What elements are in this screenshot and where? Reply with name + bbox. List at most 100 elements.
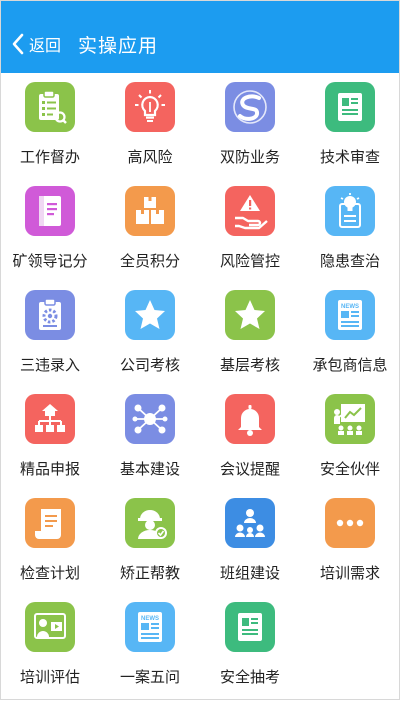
app-tile-swlr[interactable]: 三违录入 <box>0 288 100 392</box>
app-tile-jzbj[interactable]: 矫正帮教 <box>100 496 200 600</box>
worker-icon <box>138 510 167 539</box>
app-tile-aqck[interactable]: 安全抽考 <box>200 600 300 704</box>
app-tile-label: 安全抽考 <box>219 668 280 686</box>
chevron-left-icon <box>12 33 24 55</box>
app-tile-sfyw[interactable]: 双防业务 <box>200 80 300 184</box>
app-tile-background <box>325 394 375 444</box>
app-tile-background <box>225 290 275 340</box>
app-tile-background <box>125 82 175 132</box>
app-tile-label: 工作督办 <box>19 148 80 166</box>
app-tile-label: 检查计划 <box>19 564 80 582</box>
app-tile-background <box>125 498 175 548</box>
app-tile-cbsxx[interactable]: NEWS 承包商信息 <box>300 288 400 392</box>
app-tile-background <box>225 186 275 236</box>
app-tile-label: 一案五问 <box>119 668 180 686</box>
app-tile-label: 矿领导记分 <box>12 252 88 270</box>
app-tile-label: 基本建设 <box>119 460 180 478</box>
scroll-icon <box>35 509 61 539</box>
app-tile-pxxq[interactable]: 培训需求 <box>300 496 400 600</box>
app-tile-gfx[interactable]: 高风险 <box>100 80 200 184</box>
video-lesson-icon <box>34 613 66 639</box>
back-button[interactable]: 返回 <box>11 29 61 59</box>
news-icon: NEWS <box>338 300 362 330</box>
svg-text:NEWS: NEWS <box>341 304 359 310</box>
app-tile-qyjf[interactable]: 全员积分 <box>100 184 200 288</box>
news-icon: NEWS <box>138 612 162 642</box>
team-icon <box>235 509 265 537</box>
document-icon <box>238 613 262 641</box>
star-icon <box>235 300 265 329</box>
app-tile-label: 双防业务 <box>219 148 280 166</box>
app-tile-jcjh[interactable]: 检查计划 <box>0 496 100 600</box>
app-tile-background <box>225 394 275 444</box>
lightbulb-icon <box>135 90 165 122</box>
app-tile-background <box>225 82 275 132</box>
app-tile-aqhb[interactable]: 安全伙伴 <box>300 392 400 496</box>
app-tile-background <box>225 498 275 548</box>
app-tile-fxgk[interactable]: 风险管控 <box>200 184 300 288</box>
app-tile-background <box>125 394 175 444</box>
app-tile-kldjf[interactable]: 矿领导记分 <box>0 184 100 288</box>
app-tile-background <box>125 290 175 340</box>
page-title: 实操应用 <box>78 35 159 57</box>
app-tile-label: 班组建设 <box>219 564 280 582</box>
svg-text:NEWS: NEWS <box>141 616 159 622</box>
app-tile-label: 培训评估 <box>19 668 80 686</box>
lightbulb-doc-icon <box>339 193 361 228</box>
back-label: 返回 <box>29 36 62 55</box>
hierarchy-icon <box>35 404 65 432</box>
boxes-icon <box>136 197 164 224</box>
app-tile-label: 基层考核 <box>219 356 280 374</box>
app-tile-label: 矫正帮教 <box>119 564 180 582</box>
hand-alert-icon <box>235 195 268 230</box>
app-tile-jckh[interactable]: 基层考核 <box>200 288 300 392</box>
app-tile-label: 高风险 <box>127 148 173 166</box>
notebook-icon <box>39 196 61 226</box>
app-tile-hytx[interactable]: 会议提醒 <box>200 392 300 496</box>
app-tile-background: NEWS <box>325 290 375 340</box>
app-tile-background <box>325 186 375 236</box>
network-icon <box>132 404 168 434</box>
app-tile-background <box>25 498 75 548</box>
app-tile-background <box>325 498 375 548</box>
app-tile-gskh[interactable]: 公司考核 <box>100 288 200 392</box>
app-tile-label: 承包商信息 <box>312 356 388 374</box>
app-tile-jssc[interactable]: 技术审查 <box>300 80 400 184</box>
app-tile-background <box>325 82 375 132</box>
swirl-logo-icon <box>233 90 267 124</box>
app-grid: 工作督办 高风险 双防业务 技术审查 矿领导记分 全员积分 风险管控 隐患查治 … <box>0 80 400 704</box>
app-tile-background <box>25 602 75 652</box>
app-tile-background <box>25 394 75 444</box>
header-bar: 返回 实操应用 <box>1 1 399 73</box>
app-tile-background <box>125 186 175 236</box>
app-tile-background <box>225 602 275 652</box>
star-icon <box>135 300 165 329</box>
app-tile-yhcz[interactable]: 隐患查治 <box>300 184 400 288</box>
app-tile-gzdb[interactable]: 工作督办 <box>0 80 100 184</box>
app-tile-bzjs[interactable]: 班组建设 <box>200 496 300 600</box>
app-tile-background <box>25 82 75 132</box>
app-tile-label: 隐患查治 <box>319 252 380 270</box>
more-dots-icon <box>336 519 364 527</box>
app-tile-label: 安全伙伴 <box>319 460 380 478</box>
document-icon <box>338 93 362 121</box>
presentation-icon <box>334 404 365 435</box>
checklist-icon <box>39 90 67 124</box>
app-tile-yawi[interactable]: NEWS 一案五问 <box>100 600 200 704</box>
app-tile-label: 风险管控 <box>219 252 280 270</box>
app-tile-label: 会议提醒 <box>219 460 280 478</box>
app-tile-background <box>25 186 75 236</box>
app-tile-label: 培训需求 <box>319 564 380 582</box>
bell-icon <box>238 405 262 436</box>
app-tile-pxpg[interactable]: 培训评估 <box>0 600 100 704</box>
app-tile-label: 全员积分 <box>119 252 180 270</box>
app-tile-jbjs[interactable]: 基本建设 <box>100 392 200 496</box>
app-tile-label: 三违录入 <box>19 356 80 374</box>
app-tile-label: 公司考核 <box>119 356 180 374</box>
app-tile-label: 技术审查 <box>319 148 380 166</box>
app-tile-background <box>25 290 75 340</box>
clipboard-gear-icon <box>39 298 61 330</box>
app-tile-jpsb[interactable]: 精品申报 <box>0 392 100 496</box>
app-tile-background: NEWS <box>125 602 175 652</box>
app-tile-label: 精品申报 <box>19 460 80 478</box>
